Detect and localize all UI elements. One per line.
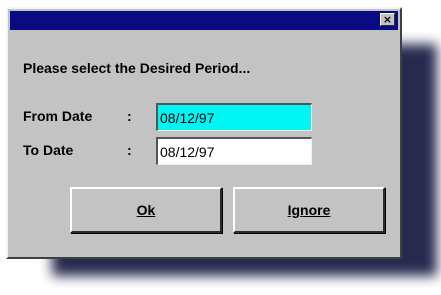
title-bar[interactable]: × (10, 11, 398, 30)
ignore-button[interactable]: Ignore (233, 187, 385, 233)
screen: × Please select the Desired Period... Fr… (0, 0, 441, 295)
prompt-text: Please select the Desired Period... (23, 60, 251, 76)
date-period-dialog: × Please select the Desired Period... Fr… (6, 7, 402, 259)
from-date-field[interactable] (156, 103, 312, 131)
to-date-colon: : (127, 142, 132, 158)
to-date-label: To Date (23, 142, 74, 158)
from-date-colon: : (127, 108, 132, 124)
ok-button[interactable]: Ok (70, 187, 222, 233)
close-icon[interactable]: × (380, 13, 395, 26)
from-date-label: From Date (23, 108, 93, 124)
to-date-field[interactable] (156, 137, 312, 165)
